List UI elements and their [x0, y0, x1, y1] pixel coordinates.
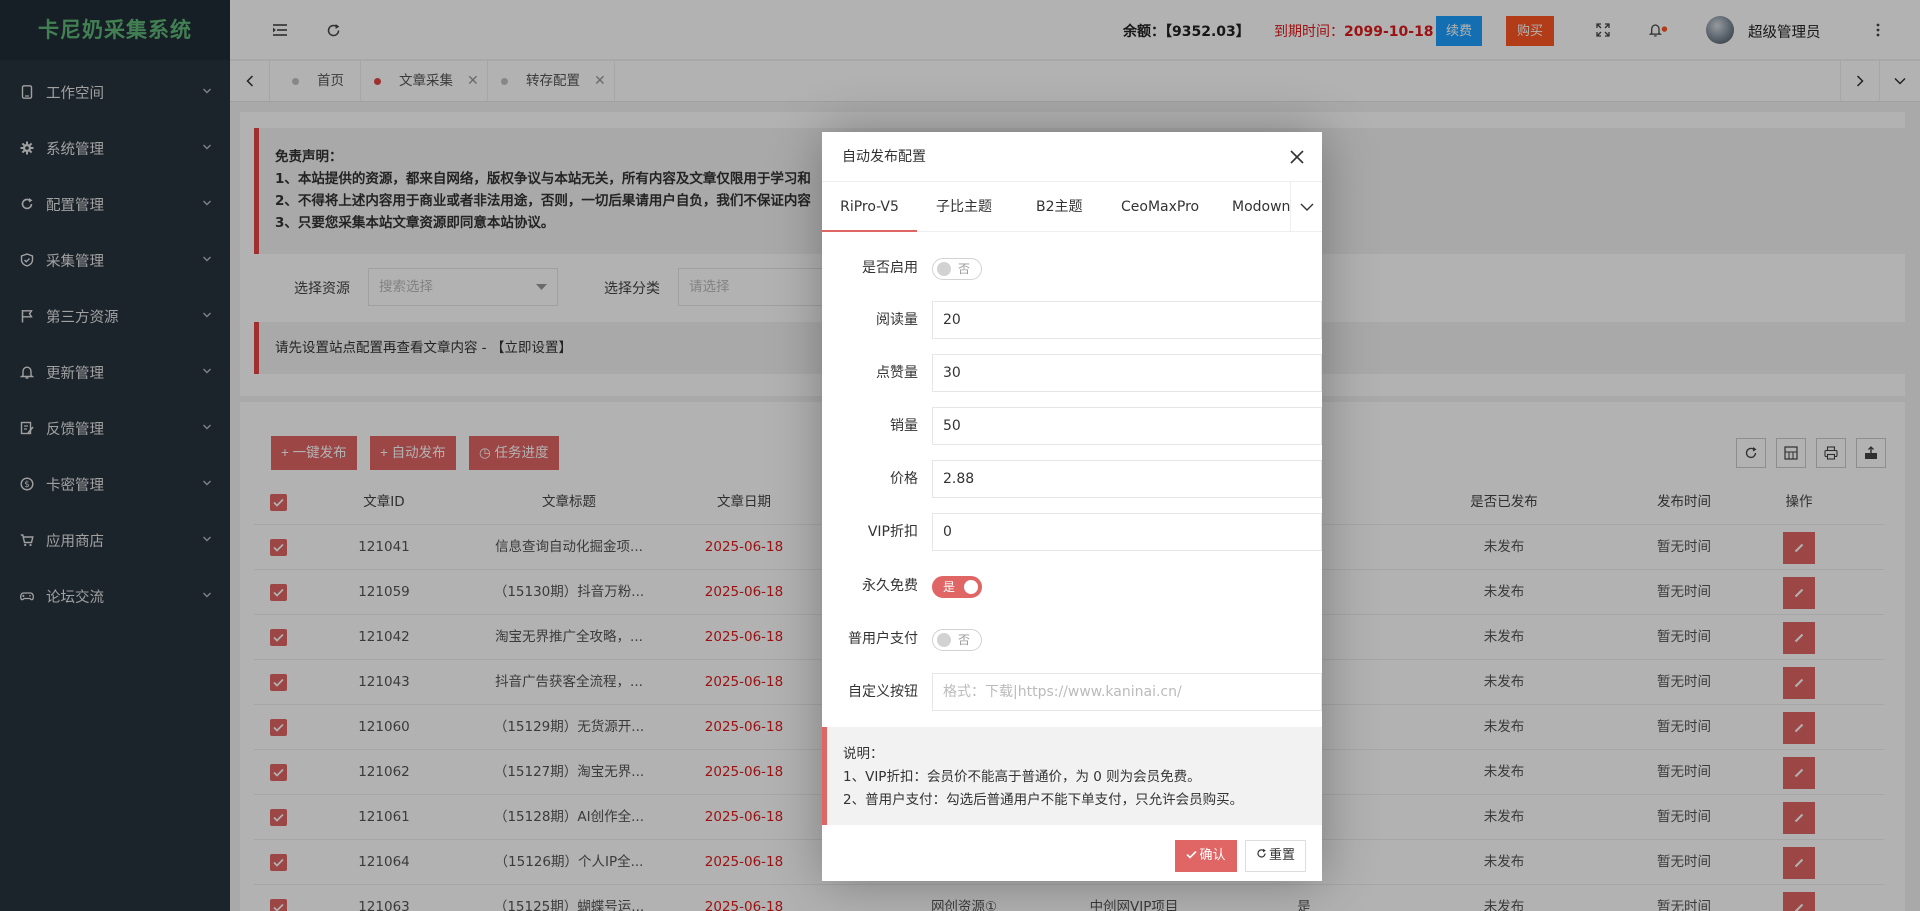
close-icon[interactable]: [1288, 148, 1306, 166]
auto-publish-modal: 自动发布配置 RiPro-V5 子比主题 B2主题 CeoMaxPro Modo…: [822, 132, 1322, 881]
field-views: 阅读量 20: [822, 300, 1322, 340]
vip-discount-input[interactable]: 0: [932, 513, 1322, 551]
free-switch[interactable]: 是: [932, 576, 982, 598]
likes-input[interactable]: 30: [932, 354, 1322, 392]
sales-input[interactable]: 50: [932, 407, 1322, 445]
field-free: 永久免费 是: [822, 566, 1322, 606]
modal-footer: 确认 重置: [1171, 840, 1306, 872]
modal-title: 自动发布配置: [822, 132, 1322, 182]
modal-note: 说明： 1、VIP折扣：会员价不能高于普通价，为 0 则为会员免费。 2、普用户…: [822, 727, 1322, 825]
tab-ripro-v5[interactable]: RiPro-V5: [822, 182, 917, 232]
tabs-more-dropdown[interactable]: [1290, 182, 1322, 232]
tab-b2[interactable]: B2主题: [1036, 182, 1083, 232]
views-input[interactable]: 20: [932, 301, 1322, 339]
field-price: 价格 2.88: [822, 459, 1322, 499]
check-icon: [1185, 850, 1197, 859]
custom-button-input[interactable]: 格式：下载|https://www.kaninai.cn/: [932, 673, 1322, 711]
enable-switch[interactable]: 否: [932, 258, 982, 280]
field-likes: 点赞量 30: [822, 353, 1322, 393]
field-vip: VIP折扣 0: [822, 512, 1322, 552]
theme-tabs: RiPro-V5 子比主题 B2主题 CeoMaxPro Modown: [822, 182, 1322, 232]
reset-button[interactable]: 重置: [1244, 840, 1306, 872]
field-enable: 是否启用 否: [822, 248, 1322, 288]
field-sales: 销量 50: [822, 406, 1322, 446]
field-normal-pay: 普用户支付 否: [822, 619, 1322, 659]
tab-modown[interactable]: Modown: [1232, 182, 1290, 232]
tab-zibi[interactable]: 子比主题: [936, 182, 992, 232]
field-custom-button: 自定义按钮 格式：下载|https://www.kaninai.cn/: [822, 672, 1322, 712]
confirm-button[interactable]: 确认: [1174, 840, 1237, 872]
normal-pay-switch[interactable]: 否: [932, 629, 982, 651]
tab-ceomaxpro[interactable]: CeoMaxPro: [1121, 182, 1199, 232]
reset-icon: [1257, 848, 1266, 858]
price-input[interactable]: 2.88: [932, 460, 1322, 498]
